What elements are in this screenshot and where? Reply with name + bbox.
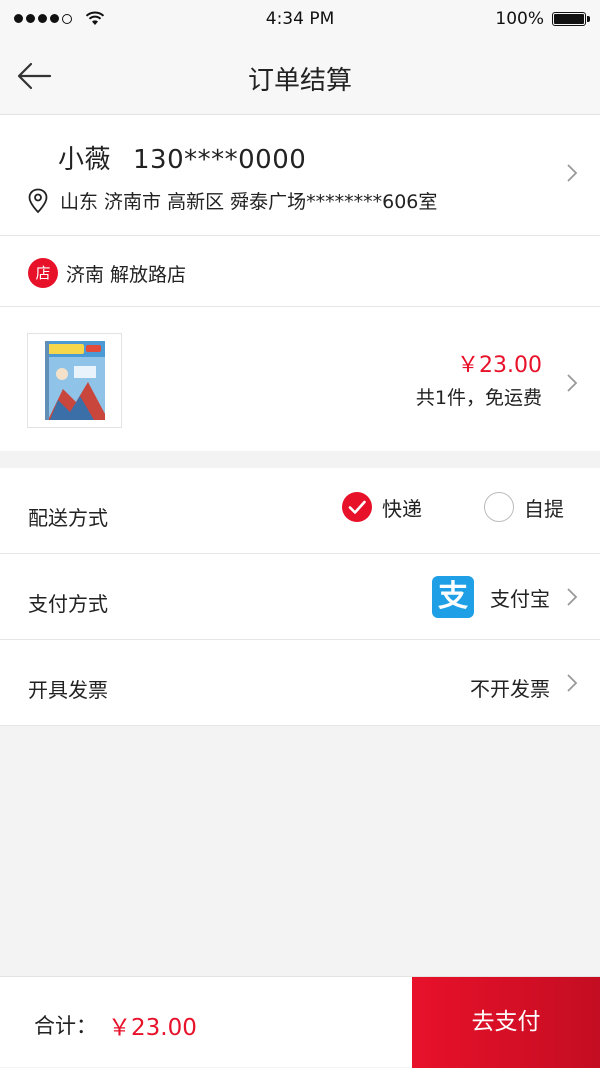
chevron-right-icon [567,374,578,392]
battery-icon [552,12,590,26]
payment-method-value: 支 支付宝 [432,576,550,618]
checked-radio-icon [342,492,372,522]
product-row[interactable]: ￥23.00 共1件，免运费 [0,307,600,451]
invoice-label: 开具发票 [28,678,108,702]
recipient: 小薇 130****0000 [58,139,306,176]
alipay-icon: 支 [432,576,474,618]
chevron-right-icon [567,588,578,606]
unchecked-radio-icon [484,492,514,522]
total-label: 合计： [34,1014,97,1038]
invoice-value: 不开发票 [470,677,550,701]
delivery-option-pickup-label: 自提 [524,496,564,521]
location-pin-icon [28,188,48,213]
pay-button[interactable]: 去支付 [412,977,600,1068]
chevron-right-icon [567,674,578,692]
order-options: 配送方式 快递 自提 支付方式 支 支付宝 开具发票 不开发票 [0,468,600,726]
shipping-address-card[interactable]: 小薇 130****0000 山东 济南市 高新区 舜泰广场********606… [0,115,600,236]
chevron-right-icon [567,164,578,182]
delivery-option-express-label: 快递 [382,496,422,521]
product-price: ￥23.00 [457,353,542,378]
store-row: 店 济南 解放路店 [0,236,600,307]
item-count-shipping: 共1件，免运费 [415,387,542,409]
book-cover-image [45,341,105,420]
address-line: 山东 济南市 高新区 舜泰广场********606室 [28,187,437,214]
invoice-row[interactable]: 开具发票 不开发票 [0,640,600,726]
total-amount: ￥23.00 [108,1015,197,1041]
battery-status: 100% [495,9,590,29]
navigation-bar: 订单结算 [0,38,600,115]
status-bar: 4:34 PM 100% [0,0,600,38]
product-thumbnail [27,333,122,428]
delivery-option-pickup[interactable]: 自提 [484,492,564,522]
payment-method-name: 支付宝 [490,586,550,611]
delivery-method-label: 配送方式 [28,506,108,530]
page-title: 订单结算 [247,66,352,96]
address-detail: 山东 济南市 高新区 舜泰广场********606室 [60,191,438,213]
store-name: 济南 解放路店 [66,264,187,286]
store-badge-icon: 店 [28,258,58,288]
battery-percent: 100% [495,9,544,29]
checkout-footer: 合计： ￥23.00 去支付 [0,976,600,1068]
delivery-method-row: 配送方式 快递 自提 [0,468,600,554]
payment-method-label: 支付方式 [28,592,108,616]
delivery-option-express[interactable]: 快递 [342,492,422,522]
recipient-phone: 130****0000 [133,145,307,175]
payment-method-row[interactable]: 支付方式 支 支付宝 [0,554,600,640]
recipient-name: 小薇 [58,145,112,175]
